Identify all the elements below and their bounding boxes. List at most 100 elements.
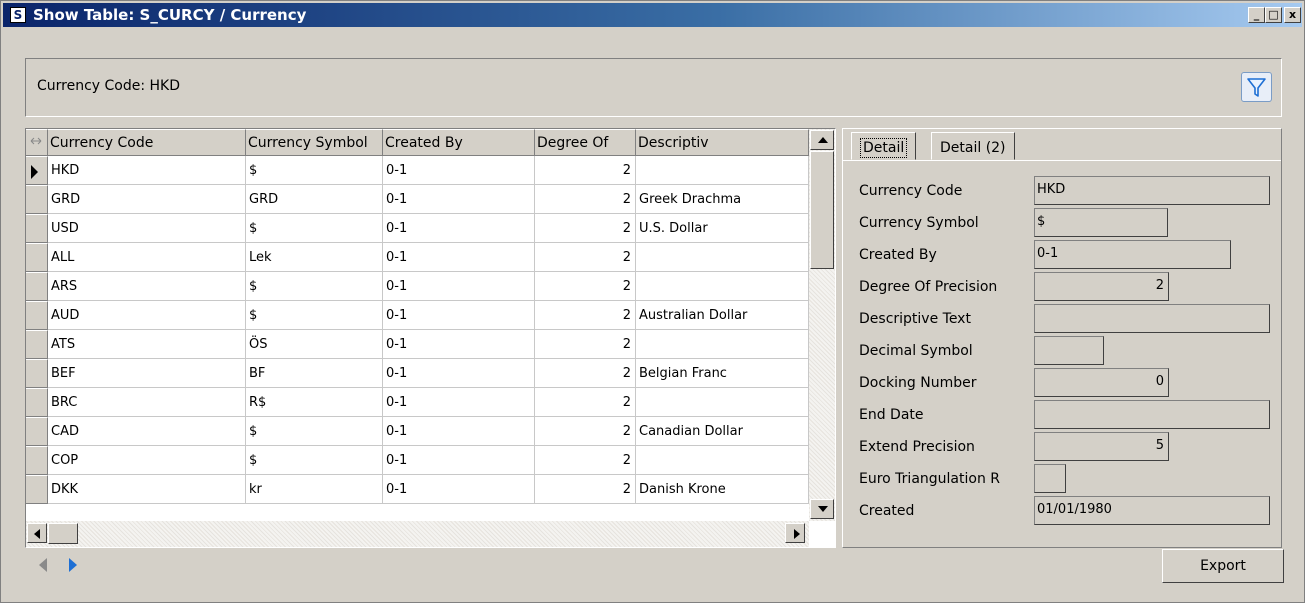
row-selector[interactable]	[26, 185, 48, 214]
column-header-degree-of[interactable]: Degree Of	[535, 129, 636, 156]
cell-code[interactable]: HKD	[48, 156, 246, 185]
cell-description[interactable]	[636, 446, 809, 475]
table-row[interactable]: HKD $0-1 2	[26, 156, 809, 185]
cell-created-by[interactable]: 0-1	[383, 185, 535, 214]
cell-description[interactable]	[636, 243, 809, 272]
cell-created-by[interactable]: 0-1	[383, 359, 535, 388]
cell-description[interactable]	[636, 330, 809, 359]
cell-symbol[interactable]: Lek	[246, 243, 383, 272]
cell-created-by[interactable]: 0-1	[383, 446, 535, 475]
table-row[interactable]: CAD $0-1 2 Canadian Dollar	[26, 417, 809, 446]
cell-symbol[interactable]: $	[246, 301, 383, 330]
table-row[interactable]: ALL Lek 0-1 2	[26, 243, 809, 272]
field-docking-number[interactable]: 0	[1034, 368, 1169, 397]
table-row[interactable]: ATS ÖS 0-1 2	[26, 330, 809, 359]
maximize-button[interactable]: □	[1265, 7, 1282, 23]
cell-degree[interactable]: 2	[535, 359, 636, 388]
cell-symbol[interactable]: $	[246, 417, 383, 446]
table-row[interactable]: BRC R$ 0-1 2	[26, 388, 809, 417]
previous-record-icon[interactable]	[39, 558, 47, 572]
cell-created-by[interactable]: 0-1	[383, 417, 535, 446]
scroll-right-button[interactable]	[785, 523, 805, 543]
cell-degree[interactable]: 2	[535, 388, 636, 417]
cell-degree[interactable]: 2	[535, 301, 636, 330]
vertical-scroll-thumb[interactable]	[810, 151, 834, 269]
title-bar[interactable]: S Show Table: S_CURCY / Currency _ □ x	[3, 3, 1302, 27]
scroll-up-button[interactable]	[810, 130, 834, 150]
field-end-date[interactable]	[1034, 400, 1270, 429]
field-currency-symbol[interactable]: $	[1034, 208, 1168, 237]
cell-code[interactable]: COP	[48, 446, 246, 475]
cell-degree[interactable]: 2	[535, 330, 636, 359]
scroll-left-button[interactable]	[27, 523, 47, 543]
cell-created-by[interactable]: 0-1	[383, 301, 535, 330]
cell-description[interactable]	[636, 156, 809, 185]
table-row[interactable]: ARS $0-1 2	[26, 272, 809, 301]
field-decimal-symbol[interactable]	[1034, 336, 1104, 365]
cell-created-by[interactable]: 0-1	[383, 475, 535, 504]
cell-degree[interactable]: 2	[535, 243, 636, 272]
column-header-currency-code[interactable]: Currency Code	[48, 129, 246, 156]
cell-description[interactable]: Belgian Franc	[636, 359, 809, 388]
field-descriptive-text[interactable]	[1034, 304, 1270, 333]
row-selector[interactable]	[26, 330, 48, 359]
table-row[interactable]: BEF BF 0-1 2 Belgian Franc	[26, 359, 809, 388]
cell-degree[interactable]: 2	[535, 475, 636, 504]
column-header-created-by[interactable]: Created By	[383, 129, 535, 156]
minimize-button[interactable]: _	[1248, 7, 1265, 23]
tab-detail-2[interactable]: Detail (2)	[931, 132, 1015, 160]
cell-created-by[interactable]: 0-1	[383, 330, 535, 359]
row-selector[interactable]	[26, 417, 48, 446]
cell-symbol[interactable]: $	[246, 272, 383, 301]
cell-code[interactable]: ALL	[48, 243, 246, 272]
row-selector[interactable]	[26, 243, 48, 272]
cell-created-by[interactable]: 0-1	[383, 388, 535, 417]
field-extend-precision[interactable]: 5	[1034, 432, 1169, 461]
column-resize-handle[interactable]	[26, 129, 48, 156]
cell-description[interactable]: U.S. Dollar	[636, 214, 809, 243]
field-created[interactable]: 01/01/1980	[1034, 496, 1270, 525]
table-row[interactable]: AUD $0-1 2 Australian Dollar	[26, 301, 809, 330]
cell-created-by[interactable]: 0-1	[383, 156, 535, 185]
scroll-down-button[interactable]	[810, 499, 834, 519]
currency-grid[interactable]: Currency Code Currency Symbol Created By…	[25, 128, 836, 548]
cell-created-by[interactable]: 0-1	[383, 243, 535, 272]
cell-code[interactable]: AUD	[48, 301, 246, 330]
row-selector[interactable]	[26, 272, 48, 301]
row-selector[interactable]	[26, 156, 48, 185]
cell-symbol[interactable]: $	[246, 156, 383, 185]
cell-description[interactable]: Canadian Dollar	[636, 417, 809, 446]
cell-description[interactable]: Danish Krone	[636, 475, 809, 504]
cell-symbol[interactable]: $	[246, 446, 383, 475]
row-selector[interactable]	[26, 388, 48, 417]
close-button[interactable]: x	[1284, 7, 1301, 23]
cell-description[interactable]: Australian Dollar	[636, 301, 809, 330]
cell-symbol[interactable]: $	[246, 214, 383, 243]
column-header-currency-symbol[interactable]: Currency Symbol	[246, 129, 383, 156]
cell-degree[interactable]: 2	[535, 446, 636, 475]
cell-symbol[interactable]: kr	[246, 475, 383, 504]
cell-symbol[interactable]: GRD	[246, 185, 383, 214]
tab-detail[interactable]: Detail	[851, 132, 917, 160]
field-degree-of-precision[interactable]: 2	[1034, 272, 1169, 301]
table-row[interactable]: USD $0-1 2 U.S. Dollar	[26, 214, 809, 243]
column-header-descriptive[interactable]: Descriptiv	[636, 129, 809, 156]
export-button[interactable]: Export	[1162, 549, 1284, 583]
cell-created-by[interactable]: 0-1	[383, 272, 535, 301]
cell-code[interactable]: BEF	[48, 359, 246, 388]
cell-code[interactable]: USD	[48, 214, 246, 243]
cell-symbol[interactable]: BF	[246, 359, 383, 388]
next-record-icon[interactable]	[69, 558, 77, 572]
cell-degree[interactable]: 2	[535, 417, 636, 446]
table-row[interactable]: COP $0-1 2	[26, 446, 809, 475]
filter-button[interactable]	[1241, 72, 1272, 102]
cell-code[interactable]: DKK	[48, 475, 246, 504]
cell-degree[interactable]: 2	[535, 185, 636, 214]
cell-code[interactable]: CAD	[48, 417, 246, 446]
row-selector[interactable]	[26, 446, 48, 475]
cell-description[interactable]: Greek Drachma	[636, 185, 809, 214]
cell-code[interactable]: GRD	[48, 185, 246, 214]
field-created-by[interactable]: 0-1	[1034, 240, 1231, 269]
row-selector[interactable]	[26, 475, 48, 504]
cell-code[interactable]: ATS	[48, 330, 246, 359]
